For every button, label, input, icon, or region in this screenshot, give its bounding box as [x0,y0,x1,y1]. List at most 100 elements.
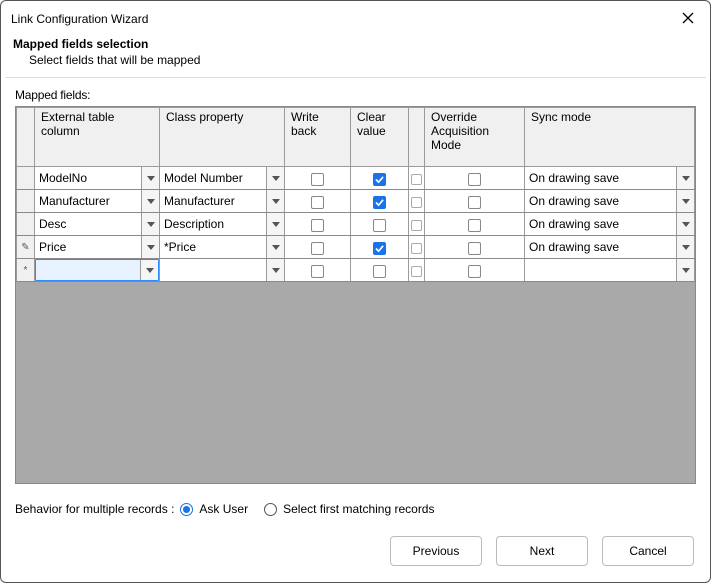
cell-classprop[interactable]: Description [160,213,284,235]
cell-syncmode[interactable]: On drawing save [525,236,694,258]
col-classprop[interactable]: Class property [160,108,285,167]
clearvalue-checkbox[interactable] [373,265,386,278]
chevron-down-icon[interactable] [676,236,694,258]
row-handle[interactable] [17,190,35,213]
writeback-checkbox[interactable] [311,242,324,255]
row-handle[interactable]: * [17,259,35,282]
cell-syncmode[interactable]: On drawing save [525,190,694,212]
cell-external[interactable]: Desc [35,213,159,235]
next-button[interactable]: Next [496,536,588,566]
col-writeback[interactable]: Write back [285,108,351,167]
previous-button[interactable]: Previous [390,536,482,566]
radio-ask-user[interactable] [180,503,193,516]
chevron-down-icon[interactable] [141,167,159,189]
cell-classprop-text: Manufacturer [160,190,266,212]
override-checkbox[interactable] [468,242,481,255]
cell-classprop[interactable]: Model Number [160,167,284,189]
cell-external[interactable]: Price [35,236,159,258]
chevron-down-icon[interactable] [676,167,694,189]
aux-checkbox[interactable] [411,174,422,185]
cell-external-text: ModelNo [35,167,141,189]
content-area: Mapped fields: External table column Cla… [1,78,710,492]
writeback-checkbox[interactable] [311,265,324,278]
cell-classprop-text: Description [160,213,266,235]
chevron-down-icon[interactable] [141,236,159,258]
chevron-down-icon[interactable] [141,190,159,212]
cell-classprop-text [160,259,266,281]
chevron-down-icon[interactable] [676,213,694,235]
cell-external[interactable] [35,259,159,281]
writeback-checkbox[interactable] [311,196,324,209]
col-clearvalue[interactable]: Clear value [351,108,409,167]
aux-checkbox[interactable] [411,220,422,231]
chevron-down-icon[interactable] [266,236,284,258]
clearvalue-checkbox[interactable] [373,196,386,209]
cell-external-text: Desc [35,213,141,235]
table-row: ✎Price *Price On drawing save [17,236,695,259]
chevron-down-icon[interactable] [141,213,159,235]
col-override[interactable]: Override Acquisition Mode [425,108,525,167]
radio-select-first[interactable] [264,503,277,516]
chevron-down-icon[interactable] [676,259,694,281]
cell-classprop[interactable]: Manufacturer [160,190,284,212]
cell-syncmode[interactable] [525,259,694,281]
writeback-checkbox[interactable] [311,219,324,232]
override-checkbox[interactable] [468,265,481,278]
chevron-down-icon[interactable] [266,167,284,189]
window-title: Link Configuration Wizard [11,12,148,26]
aux-checkbox[interactable] [411,197,422,208]
col-tiny[interactable] [409,108,425,167]
radio-ask-user-label[interactable]: Ask User [199,502,248,516]
cell-syncmode-text: On drawing save [525,213,676,235]
cell-external[interactable]: Manufacturer [35,190,159,212]
writeback-checkbox[interactable] [311,173,324,186]
chevron-down-icon[interactable] [266,259,284,281]
row-handle[interactable] [17,167,35,190]
row-handle[interactable]: ✎ [17,236,35,259]
cell-classprop-text: Model Number [160,167,266,189]
cell-external-text: Manufacturer [35,190,141,212]
table-row: * [17,259,695,282]
clearvalue-checkbox[interactable] [373,242,386,255]
chevron-down-icon[interactable] [676,190,694,212]
override-checkbox[interactable] [468,196,481,209]
radio-select-first-label[interactable]: Select first matching records [283,502,434,516]
cell-syncmode-text [525,259,676,281]
clearvalue-checkbox[interactable] [373,173,386,186]
col-syncmode[interactable]: Sync mode [525,108,695,167]
cell-classprop-text: *Price [160,236,266,258]
table-row: ModelNo Model Number On drawing save [17,167,695,190]
cell-external-text [36,260,140,280]
cell-classprop[interactable] [160,259,284,281]
cell-external[interactable]: ModelNo [35,167,159,189]
step-title: Mapped fields selection [13,37,698,51]
chevron-down-icon[interactable] [266,190,284,212]
col-external[interactable]: External table column [35,108,160,167]
aux-checkbox[interactable] [411,266,422,277]
wizard-window: Link Configuration Wizard Mapped fields … [0,0,711,583]
row-handle[interactable] [17,213,35,236]
clearvalue-checkbox[interactable] [373,219,386,232]
behavior-row: Behavior for multiple records : Ask User… [1,492,710,518]
table-row: Desc Description On drawing save [17,213,695,236]
col-handle[interactable] [17,108,35,167]
cell-syncmode[interactable]: On drawing save [525,213,694,235]
cell-external-text: Price [35,236,141,258]
override-checkbox[interactable] [468,219,481,232]
chevron-down-icon[interactable] [266,213,284,235]
cell-syncmode-text: On drawing save [525,167,676,189]
wizard-header: Mapped fields selection Select fields th… [1,35,710,77]
grid-header-row: External table column Class property Wri… [17,108,695,167]
grid-label: Mapped fields: [15,88,696,102]
chevron-down-icon[interactable] [140,260,158,280]
cell-classprop[interactable]: *Price [160,236,284,258]
cancel-button[interactable]: Cancel [602,536,694,566]
cell-syncmode-text: On drawing save [525,190,676,212]
table-row: Manufacturer Manufacturer On drawing save [17,190,695,213]
cell-syncmode-text: On drawing save [525,236,676,258]
override-checkbox[interactable] [468,173,481,186]
cell-syncmode[interactable]: On drawing save [525,167,694,189]
close-button[interactable] [676,7,700,31]
close-icon [682,12,694,27]
aux-checkbox[interactable] [411,243,422,254]
